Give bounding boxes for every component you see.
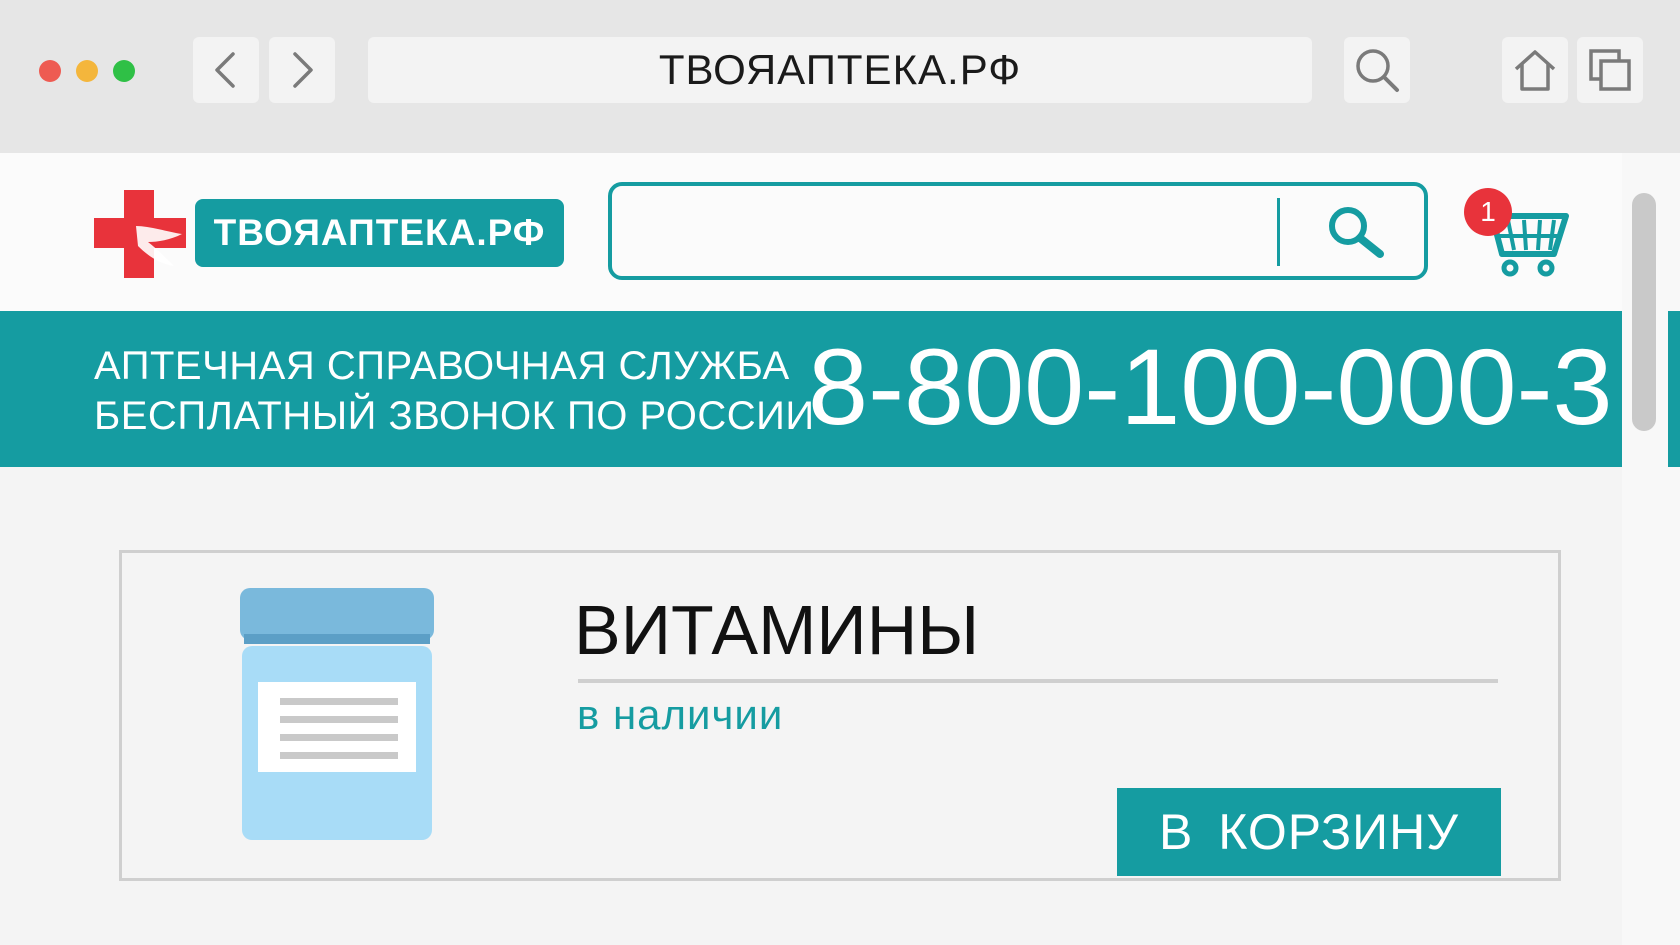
chevron-left-icon (215, 52, 235, 88)
search-icon (1329, 207, 1384, 258)
hotline-phone-number[interactable]: 8-800-100-000-3 (808, 322, 1613, 452)
search-button[interactable] (1300, 198, 1410, 266)
logo-text[interactable]: ТВОЯАПТЕКА.РФ (195, 199, 564, 267)
hotline-line-1: АПТЕЧНАЯ СПРАВОЧНАЯ СЛУЖБА (94, 344, 790, 388)
search-divider (1277, 198, 1280, 266)
address-bar[interactable]: ТВОЯАПТЕКА.РФ (368, 37, 1312, 103)
magnifier-icon (1356, 49, 1399, 92)
maximize-window-button[interactable] (113, 60, 135, 82)
availability-status: в наличии (577, 691, 784, 738)
title-divider (578, 679, 1498, 683)
minimize-window-button[interactable] (76, 60, 98, 82)
address-bar-url: ТВОЯАПТЕКА.РФ (658, 46, 1022, 93)
product-title[interactable]: ВИТАМИНЫ (574, 590, 979, 670)
tabs-icon (1589, 49, 1631, 91)
vitamin-jar-icon (240, 588, 434, 840)
home-button[interactable] (1502, 37, 1568, 103)
logo-label: ТВОЯАПТЕКА.РФ (213, 212, 546, 253)
pharmacy-cross-logo-icon[interactable] (90, 186, 190, 282)
cart-count: 1 (1480, 196, 1496, 227)
add-to-cart-button[interactable]: В КОРЗИНУ (1117, 788, 1501, 876)
cart-count-badge: 1 (1464, 188, 1512, 236)
add-to-cart-label: В КОРЗИНУ (1159, 804, 1459, 860)
back-button[interactable] (193, 37, 259, 103)
forward-button[interactable] (269, 37, 335, 103)
chevron-right-icon (293, 52, 313, 88)
close-window-button[interactable] (39, 60, 61, 82)
home-icon (1514, 50, 1556, 91)
tabs-button[interactable] (1577, 37, 1643, 103)
scrollbar-thumb[interactable] (1632, 193, 1656, 431)
hotline-line-2: БЕСПЛАТНЫЙ ЗВОНОК ПО РОССИИ (94, 394, 815, 438)
browser-search-button[interactable] (1344, 37, 1410, 103)
hotline-banner-edge (1668, 311, 1680, 467)
